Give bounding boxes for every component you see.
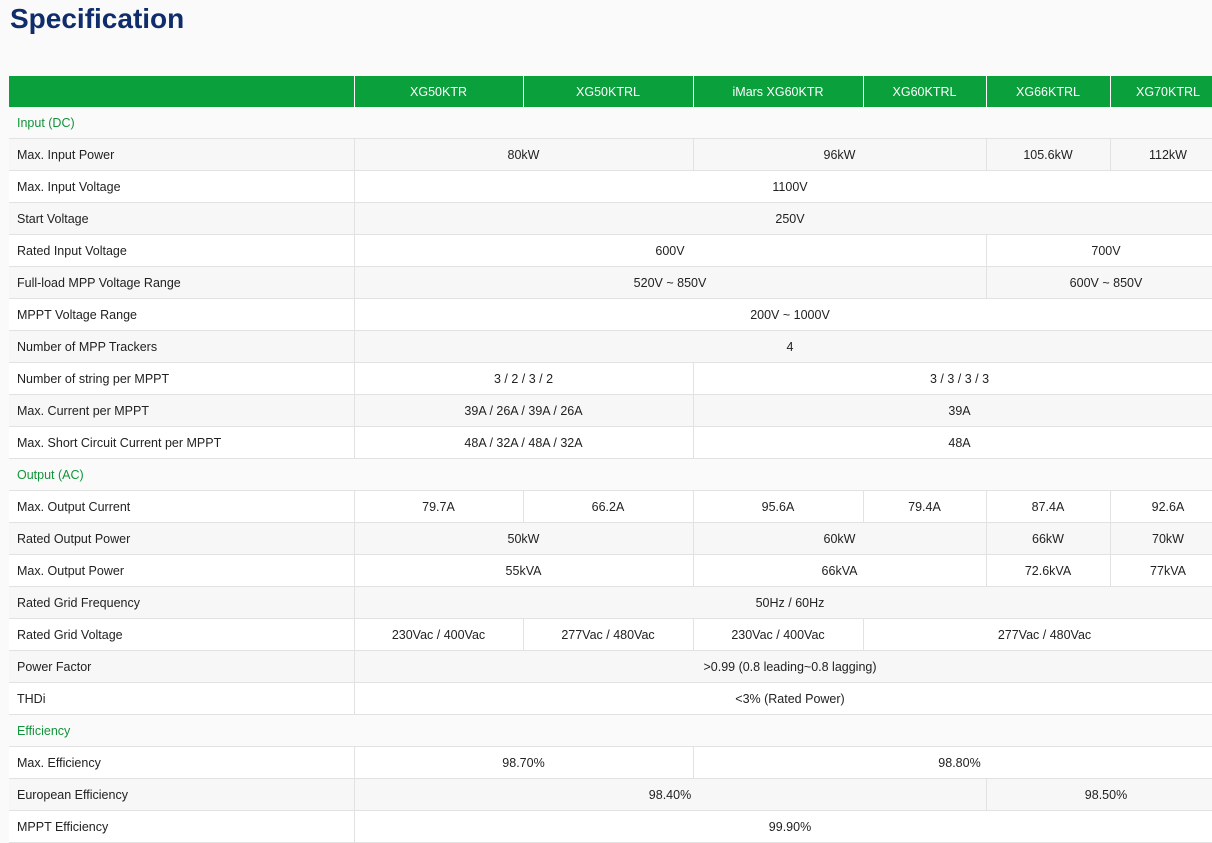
table-cell: 4: [354, 330, 1212, 363]
row-label: Rated Grid Frequency: [9, 586, 355, 619]
table-cell: 55kVA: [354, 554, 694, 587]
row-label: Max. Output Power: [9, 554, 355, 587]
table-cell: 98.80%: [693, 746, 1212, 779]
table-cell: 70kW: [1110, 522, 1212, 555]
table-cell: 39A: [693, 394, 1212, 427]
section-row-input: Input (DC): [9, 107, 1212, 139]
model-header: XG50KTR: [354, 76, 524, 107]
table-cell: 50Hz / 60Hz: [354, 586, 1212, 619]
table-cell: 87.4A: [986, 490, 1111, 523]
table-cell: 60kW: [693, 522, 987, 555]
row-label: THDi: [9, 682, 355, 715]
section-title: Input (DC): [9, 107, 1212, 139]
table-cell: 600V: [354, 234, 987, 267]
row-label: Max. Current per MPPT: [9, 394, 355, 427]
table-cell: 50kW: [354, 522, 694, 555]
table-cell: 98.40%: [354, 778, 987, 811]
row-label: Max. Short Circuit Current per MPPT: [9, 426, 355, 459]
table-row: Rated Grid Frequency 50Hz / 60Hz: [9, 586, 1212, 619]
table-cell: 98.70%: [354, 746, 694, 779]
table-row: Rated Grid Voltage 230Vac / 400Vac 277Va…: [9, 618, 1212, 651]
table-header-row: XG50KTR XG50KTRL iMars XG60KTR XG60KTRL …: [9, 76, 1212, 107]
model-header: iMars XG60KTR: [693, 76, 864, 107]
table-row: European Efficiency 98.40% 98.50%: [9, 778, 1212, 811]
table-cell: 66.2A: [523, 490, 694, 523]
model-header: XG50KTRL: [523, 76, 694, 107]
row-label: Number of MPP Trackers: [9, 330, 355, 363]
table-row: Number of string per MPPT 3 / 2 / 3 / 2 …: [9, 362, 1212, 395]
row-label: European Efficiency: [9, 778, 355, 811]
table-cell: 95.6A: [693, 490, 864, 523]
row-label: Number of string per MPPT: [9, 362, 355, 395]
section-row-output: Output (AC): [9, 458, 1212, 491]
table-row: Rated Input Voltage 600V 700V: [9, 234, 1212, 267]
table-row: Full-load MPP Voltage Range 520V ~ 850V …: [9, 266, 1212, 299]
table-cell: 92.6A: [1110, 490, 1212, 523]
table-row: Rated Output Power 50kW 60kW 66kW 70kW: [9, 522, 1212, 555]
table-cell: 3 / 2 / 3 / 2: [354, 362, 694, 395]
row-label: Rated Grid Voltage: [9, 618, 355, 651]
table-row: Max. Input Voltage 1100V: [9, 170, 1212, 203]
table-cell: 39A / 26A / 39A / 26A: [354, 394, 694, 427]
table-cell: 48A: [693, 426, 1212, 459]
table-cell: 230Vac / 400Vac: [693, 618, 864, 651]
table-cell: 48A / 32A / 48A / 32A: [354, 426, 694, 459]
model-header: XG60KTRL: [863, 76, 987, 107]
table-cell: 600V ~ 850V: [986, 266, 1212, 299]
row-label: Rated Input Voltage: [9, 234, 355, 267]
table-row: Number of MPP Trackers 4: [9, 330, 1212, 363]
row-label: Max. Input Voltage: [9, 170, 355, 203]
table-cell: 200V ~ 1000V: [354, 298, 1212, 331]
section-title: Efficiency: [9, 714, 1212, 747]
table-cell: 700V: [986, 234, 1212, 267]
table-row: Max. Current per MPPT 39A / 26A / 39A / …: [9, 394, 1212, 427]
row-label: Full-load MPP Voltage Range: [9, 266, 355, 299]
row-label: Rated Output Power: [9, 522, 355, 555]
table-cell: 105.6kW: [986, 138, 1111, 171]
table-cell: 66kW: [986, 522, 1111, 555]
table-row: Start Voltage 250V: [9, 202, 1212, 235]
table-cell: 79.7A: [354, 490, 524, 523]
table-cell: 230Vac / 400Vac: [354, 618, 524, 651]
header-empty-cell: [9, 76, 355, 107]
table-cell: >0.99 (0.8 leading~0.8 lagging): [354, 650, 1212, 683]
table-cell: 277Vac / 480Vac: [863, 618, 1212, 651]
table-row: Max. Output Current 79.7A 66.2A 95.6A 79…: [9, 490, 1212, 523]
table-cell: 79.4A: [863, 490, 987, 523]
page-title: Specification: [10, 3, 185, 34]
row-label: MPPT Voltage Range: [9, 298, 355, 331]
table-cell: 250V: [354, 202, 1212, 235]
model-header: XG66KTRL: [986, 76, 1111, 107]
table-cell: 66kVA: [693, 554, 987, 587]
spec-table: XG50KTR XG50KTRL iMars XG60KTR XG60KTRL …: [9, 76, 1212, 843]
table-cell: 77kVA: [1110, 554, 1212, 587]
table-cell: 80kW: [354, 138, 694, 171]
table-row: Max. Short Circuit Current per MPPT 48A …: [9, 426, 1212, 459]
row-label: Max. Efficiency: [9, 746, 355, 779]
section-title: Output (AC): [9, 458, 1212, 491]
table-cell: 1100V: [354, 170, 1212, 203]
table-row: MPPT Voltage Range 200V ~ 1000V: [9, 298, 1212, 331]
model-header: XG70KTRL: [1110, 76, 1212, 107]
row-label: Power Factor: [9, 650, 355, 683]
table-cell: 72.6kVA: [986, 554, 1111, 587]
table-cell: 96kW: [693, 138, 987, 171]
row-label: Start Voltage: [9, 202, 355, 235]
table-row: Max. Input Power 80kW 96kW 105.6kW 112kW: [9, 138, 1212, 171]
table-cell: 3 / 3 / 3 / 3: [693, 362, 1212, 395]
table-row: Power Factor >0.99 (0.8 leading~0.8 lagg…: [9, 650, 1212, 683]
row-label: Max. Output Current: [9, 490, 355, 523]
table-row: Max. Output Power 55kVA 66kVA 72.6kVA 77…: [9, 554, 1212, 587]
table-row: THDi <3% (Rated Power): [9, 682, 1212, 715]
row-label: Max. Input Power: [9, 138, 355, 171]
table-cell: <3% (Rated Power): [354, 682, 1212, 715]
section-row-efficiency: Efficiency: [9, 714, 1212, 747]
table-row: Max. Efficiency 98.70% 98.80%: [9, 746, 1212, 779]
table-cell: 98.50%: [986, 778, 1212, 811]
table-cell: 112kW: [1110, 138, 1212, 171]
table-cell: 277Vac / 480Vac: [523, 618, 694, 651]
table-cell: 520V ~ 850V: [354, 266, 987, 299]
spec-table-container: XG50KTR XG50KTRL iMars XG60KTR XG60KTRL …: [9, 76, 1212, 843]
